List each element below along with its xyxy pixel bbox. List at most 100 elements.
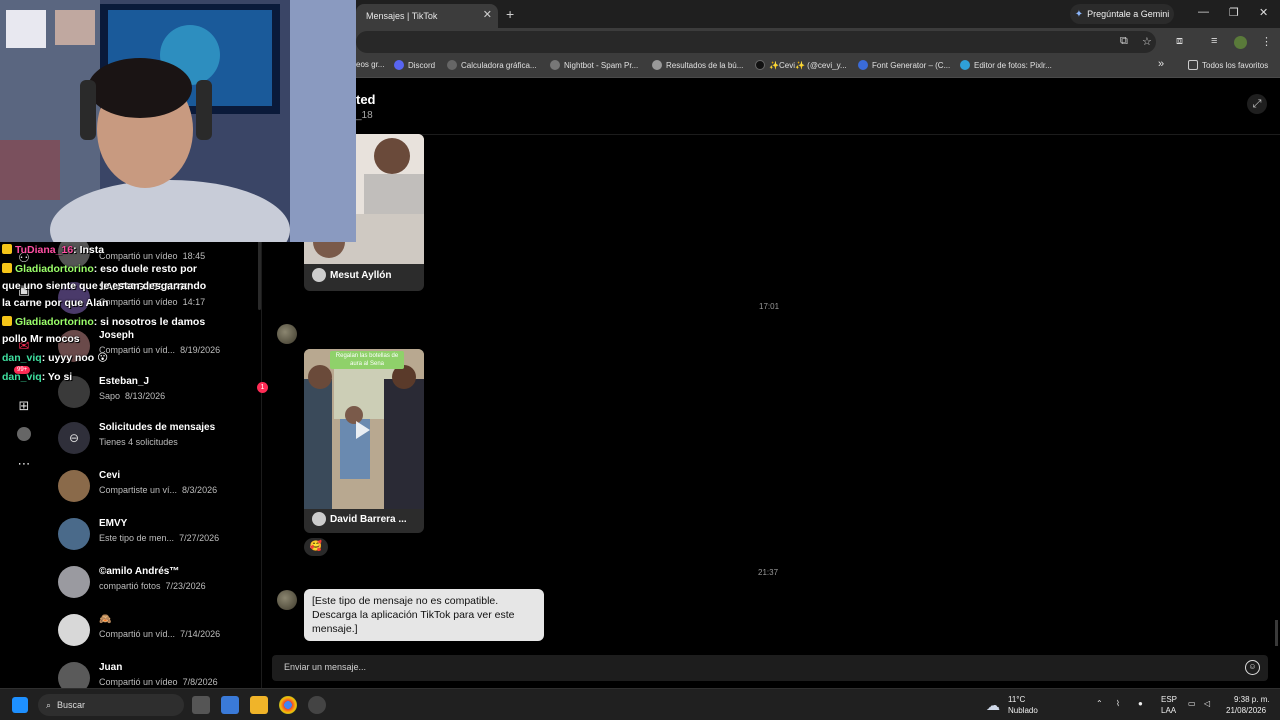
network-icon[interactable]: ⌇ <box>1116 699 1120 708</box>
bookmark-discord[interactable]: Discord <box>394 60 435 70</box>
conversation-item[interactable]: EMVY Este tipo de men... 7/27/2026 <box>58 516 258 560</box>
video-banner-text: Regalan las botellas de aura al Sena <box>330 351 404 369</box>
bookmark-nightbot[interactable]: Nightbot - Spam Pr... <box>550 60 638 70</box>
upload-icon[interactable]: ⊞ <box>16 398 32 414</box>
chat-scrollbar[interactable] <box>1275 620 1278 646</box>
weather-temperature[interactable]: 11°C <box>1008 695 1025 704</box>
conversation-name: Cevi <box>99 470 121 481</box>
shared-video-card[interactable]: Regalan las botellas de aura al Sena Dav… <box>304 349 424 533</box>
sender-avatar <box>277 324 297 344</box>
conversation-preview: Compartió un vídeo 18:45 <box>99 251 206 261</box>
discord-icon <box>394 60 404 70</box>
bookmark-calculadora[interactable]: Calculadora gráfica... <box>447 60 537 70</box>
globe-icon <box>652 60 662 70</box>
chat-message: Gladiadortorino: eso duele resto por <box>2 261 197 277</box>
ask-gemini-button[interactable]: ✦ Pregúntale a Gemini <box>1070 4 1174 24</box>
tab-tiktok-messages[interactable]: Mensajes | TikTok ✕ <box>356 4 498 28</box>
task-view-icon[interactable] <box>192 696 210 714</box>
minimize-icon[interactable]: — <box>1198 6 1209 18</box>
subscriber-badge-icon <box>2 244 12 254</box>
obs-icon[interactable] <box>308 696 326 714</box>
more-icon[interactable]: ⋯ <box>16 456 32 472</box>
avatar <box>58 566 90 598</box>
install-app-icon[interactable]: ⧉ <box>1120 35 1128 48</box>
conversation-name: ©amilo Andrés™ <box>99 566 180 577</box>
chat-options-icon[interactable]: ⤢ <box>1247 94 1267 114</box>
conversation-name: EMVY <box>99 518 128 529</box>
conversation-item[interactable]: Cevi Compartiste un ví... 8/3/2026 <box>58 468 258 512</box>
chat-message: dan_viq: uyyy noo 😮 <box>2 352 109 364</box>
unsupported-message-bubble: [Este tipo de mensaje no es compatible. … <box>304 589 544 641</box>
app-icon[interactable] <box>221 696 239 714</box>
folder-icon <box>1188 60 1198 70</box>
bookmark-cevi[interactable]: ✨Cevi✨ (@cevi_y... <box>755 60 847 70</box>
tab-title: Mensajes | TikTok <box>366 11 438 21</box>
conversation-preview: Compartió un víd... 7/14/2026 <box>99 629 221 639</box>
message-reaction[interactable]: 🥰 <box>304 538 328 556</box>
chat-message: TuDiana_16: Insta <box>2 242 104 258</box>
conversation-name: Juan <box>99 662 123 673</box>
volume-icon[interactable]: ◁ <box>1204 699 1210 708</box>
cloud-icon: ☁ <box>986 697 1000 713</box>
play-icon[interactable] <box>356 421 370 439</box>
message-requests-item[interactable]: ⊖ Solicitudes de mensajes Tienes 4 solic… <box>58 420 258 464</box>
close-window-icon[interactable]: ✕ <box>1259 6 1268 19</box>
author-avatar <box>312 268 326 282</box>
bookmark-item[interactable]: eos gr... <box>356 60 384 69</box>
avatar <box>58 470 90 502</box>
bookmark-star-icon[interactable]: ☆ <box>1142 35 1152 48</box>
avatar <box>58 614 90 646</box>
chat-message: pollo Mr mocos <box>2 333 80 345</box>
maximize-icon[interactable]: ❐ <box>1229 6 1239 19</box>
all-bookmarks-button[interactable]: Todos los favoritos <box>1188 60 1268 70</box>
avatar <box>58 518 90 550</box>
file-explorer-icon[interactable] <box>250 696 268 714</box>
conversation-name: Joseph <box>99 330 135 341</box>
conversation-preview: Compartió un vídeo 14:17 <box>99 297 206 307</box>
profile-avatar[interactable] <box>1234 36 1247 49</box>
bookmark-resultados[interactable]: Resultados de la bú... <box>652 60 743 70</box>
conversation-name: Esteban_J <box>99 376 150 387</box>
clock-time[interactable]: 9:38 p. m. <box>1234 695 1270 704</box>
message-composer[interactable]: Enviar un mensaje... ☺ <box>272 655 1268 681</box>
chrome-icon[interactable] <box>279 696 297 714</box>
conversation-preview: compartió fotos 7/23/2026 <box>99 581 206 591</box>
gemini-sparkle-icon: ✦ <box>1074 8 1084 20</box>
conversation-item[interactable]: 🙈 Compartió un víd... 7/14/2026 <box>58 612 258 656</box>
chat-message: Gladiadortorino: si nosotros le damos <box>2 314 205 330</box>
keyboard-layout: LAA <box>1161 706 1177 715</box>
bookmark-font-generator[interactable]: Font Generator – (C... <box>858 60 950 70</box>
tab-close-icon[interactable]: ✕ <box>483 8 492 21</box>
display-icon[interactable]: ▭ <box>1188 699 1196 708</box>
microphone-icon[interactable]: ● <box>1138 699 1143 708</box>
pixlr-icon <box>960 60 970 70</box>
avatar[interactable] <box>17 427 31 441</box>
bookmarks-overflow-button[interactable]: » <box>1158 58 1164 70</box>
search-icon: ⌕ <box>46 699 52 710</box>
conversation-preview: Tienes 4 solicitudes <box>99 437 178 447</box>
windows-start-icon[interactable] <box>12 697 28 713</box>
message-input-placeholder: Enviar un mensaje... <box>284 662 367 672</box>
chat-message: que uno siente que le estan desgarrando <box>2 280 207 292</box>
media-controls-icon[interactable]: ≡ <box>1211 35 1217 47</box>
calculator-icon <box>447 60 457 70</box>
video-author: Mesut Ayllón <box>312 268 391 282</box>
emoji-picker-icon[interactable]: ☺ <box>1245 660 1260 675</box>
address-bar[interactable] <box>356 31 1156 53</box>
new-tab-button[interactable]: + <box>506 6 514 22</box>
chevron-up-icon[interactable]: ⌃ <box>1096 699 1103 708</box>
conversation-preview: Sapo 8/13/2026 <box>99 391 166 401</box>
font-generator-icon <box>858 60 868 70</box>
chat-header-name[interactable]: ted <box>356 92 376 107</box>
message-timestamp: 21:37 <box>758 568 779 577</box>
extensions-icon[interactable]: ⧈ <box>1176 35 1183 48</box>
conversation-item[interactable]: Esteban_J Sapo 8/13/2026 1 <box>58 374 268 418</box>
menu-kebab-icon[interactable]: ⋮ <box>1261 35 1272 48</box>
screen: Mensajes | TikTok ✕ + ✦ Pregúntale a Gem… <box>0 0 1280 720</box>
language-indicator[interactable]: ESP <box>1161 695 1177 704</box>
conversation-item[interactable]: ©amilo Andrés™ compartió fotos 7/23/2026 <box>58 564 258 608</box>
bookmark-pixlr[interactable]: Editor de fotos: Pixlr... <box>960 60 1052 70</box>
chat-header-username: _18 <box>356 110 373 121</box>
weather-description: Nublado <box>1008 706 1038 715</box>
taskbar-search[interactable]: ⌕ Buscar <box>38 694 184 716</box>
